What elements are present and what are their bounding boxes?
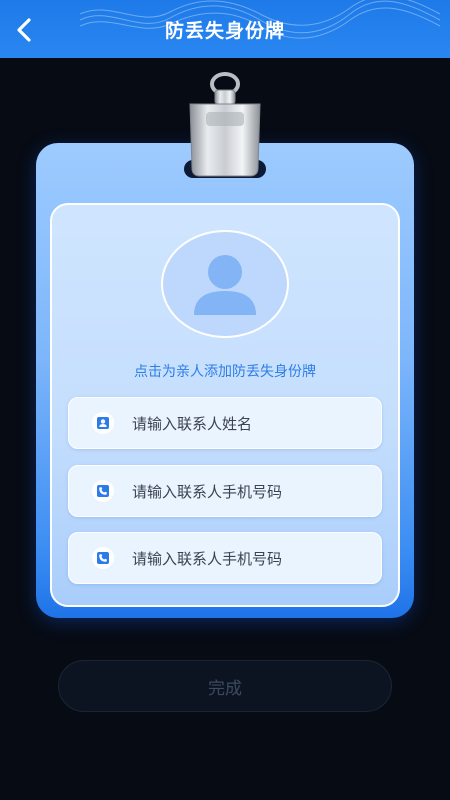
phone-icon — [92, 480, 114, 502]
contact-phone-placeholder-1: 请输入联系人手机号码 — [132, 482, 283, 501]
avatar-upload[interactable] — [161, 230, 289, 338]
phone-icon — [92, 547, 114, 569]
contact-name-field[interactable]: 请输入联系人姓名 — [68, 397, 382, 449]
done-button[interactable]: 完成 — [58, 660, 392, 712]
contact-phone-field-2[interactable]: 请输入联系人手机号码 — [68, 532, 382, 584]
contact-card-icon — [92, 412, 114, 434]
contact-phone-placeholder-2: 请输入联系人手机号码 — [132, 549, 283, 568]
badge-clip-icon — [189, 72, 261, 177]
page-title: 防丢失身份牌 — [164, 20, 285, 42]
user-silhouette-icon — [194, 255, 256, 315]
contact-phone-field-1[interactable]: 请输入联系人手机号码 — [68, 465, 382, 517]
add-badge-hint[interactable]: 点击为亲人添加防丢失身份牌 — [50, 361, 400, 381]
header-bar: 防丢失身份牌 — [0, 0, 450, 58]
contact-name-placeholder: 请输入联系人姓名 — [132, 414, 253, 433]
